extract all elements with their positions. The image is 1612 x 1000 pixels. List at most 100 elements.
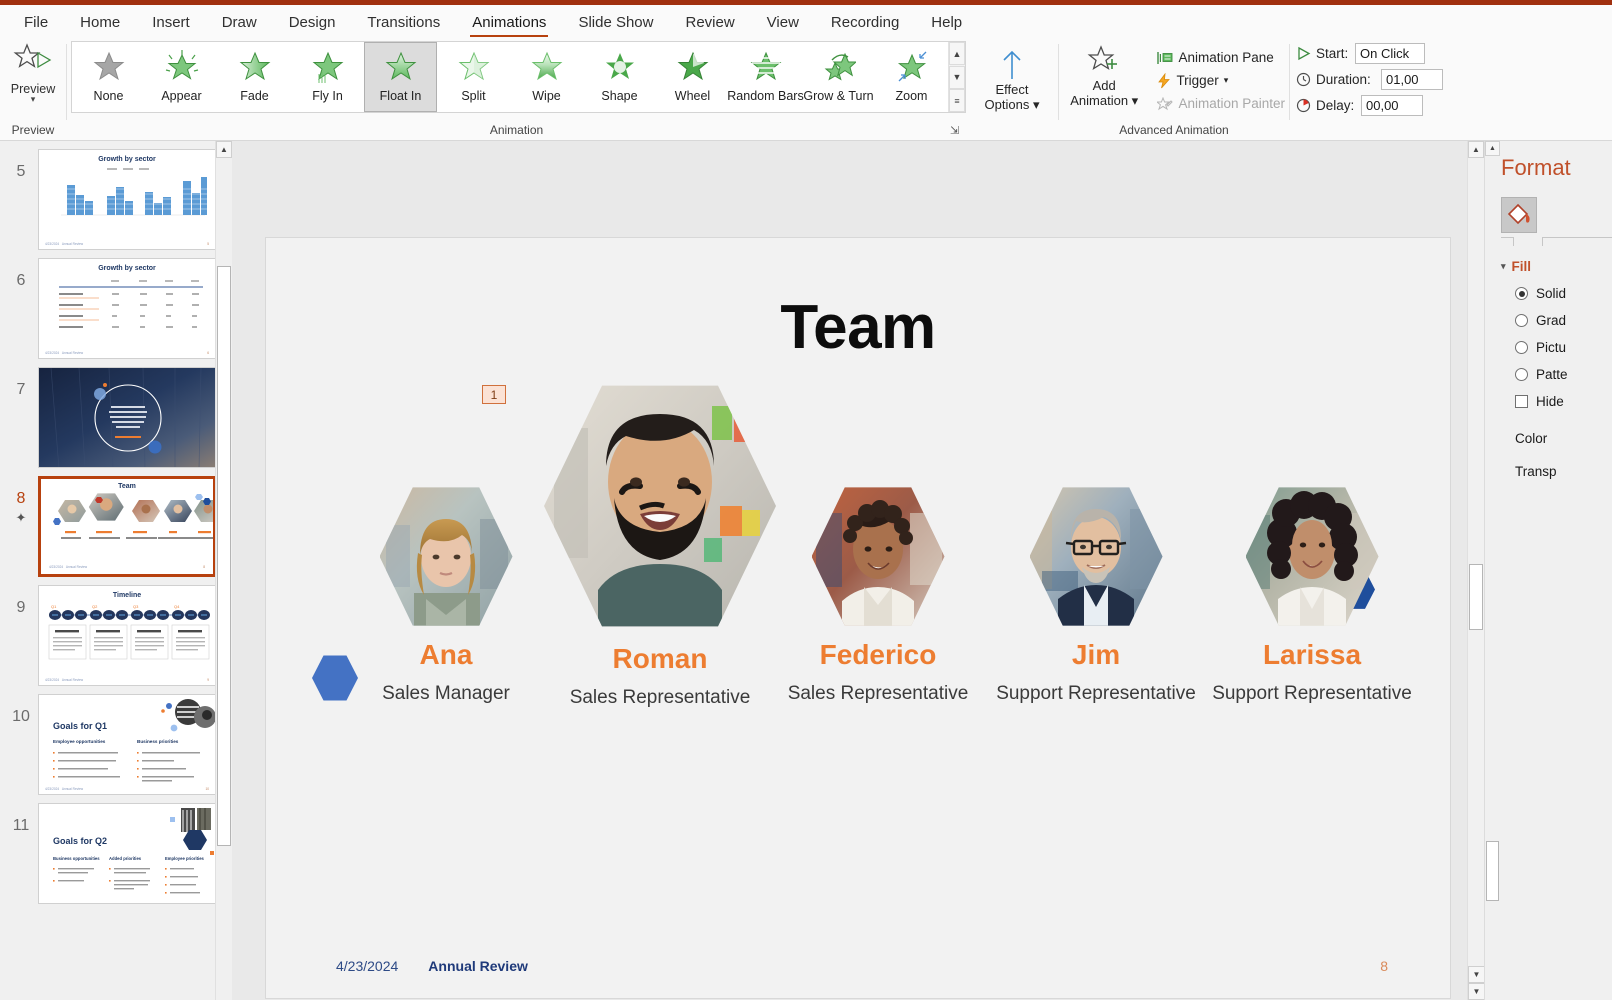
delay-input[interactable]: 00,00 (1361, 95, 1423, 116)
member-photo-frame[interactable] (379, 483, 513, 630)
fill-option-picture[interactable]: Pictu (1501, 340, 1612, 355)
team-member-federico[interactable]: Federico Sales Representative (762, 483, 994, 705)
animation-pane-button[interactable]: Animation Pane (1153, 46, 1289, 69)
slide-footer-date[interactable]: 4/23/2024 (336, 958, 398, 974)
animation-item-fade[interactable]: Fade (218, 42, 291, 112)
member-name[interactable]: Roman (613, 643, 708, 675)
fill-option-gradient[interactable]: Grad (1501, 313, 1612, 328)
slide-canvas-scrollbar[interactable]: ▲ ▼ ▼ (1467, 141, 1484, 1000)
animation-item-appear[interactable]: Appear (145, 42, 218, 112)
thumbnail-slide-11[interactable]: Goals for Q2 Business opportunities Adde… (38, 803, 216, 904)
animation-item-grow-and-turn[interactable]: Grow & Turn (802, 42, 875, 112)
thumbnail-slide-9[interactable]: Timeline Q1 Q2 Q3 Q4 4/23/2024 Annual Re… (38, 585, 216, 686)
animation-item-label: Float In (379, 89, 422, 103)
member-role[interactable]: Sales Manager (382, 683, 510, 705)
animation-order-badge[interactable]: 1 (482, 385, 506, 404)
animation-item-wheel[interactable]: Wheel (656, 42, 729, 112)
add-animation-button[interactable]: Add Animation ▾ (1059, 44, 1149, 108)
thumbnail-slide-6[interactable]: Growth by sector 4/23/2024 Annual Review… (38, 258, 216, 359)
canvas-scrollbar-thumb[interactable] (1469, 564, 1483, 630)
slide-thumbnail-pane[interactable]: 5 Growth by sector 4/23/2024 Annual Revi… (0, 141, 232, 1000)
slide-page-number[interactable]: 8 (1380, 958, 1388, 974)
thumbnail-pane-scrollbar[interactable]: ▲ (215, 141, 232, 1000)
member-name[interactable]: Federico (820, 639, 937, 671)
chevron-down-icon[interactable]: ▾ (31, 95, 36, 104)
animation-item-fly-in[interactable]: Fly In (291, 42, 364, 112)
chevron-down-icon[interactable]: ▾ (1224, 75, 1229, 86)
tab-view[interactable]: View (751, 10, 815, 38)
duration-input[interactable]: 01,00 (1381, 69, 1443, 90)
chevron-down-icon[interactable]: ▾ (1033, 97, 1040, 112)
animation-gallery-scrollbar[interactable]: ▲ ▼ ≡ (948, 42, 965, 112)
fill-section-header[interactable]: ▾ Fill (1501, 259, 1612, 274)
thumbnail-slide-10[interactable]: Goals for Q1 Employee opportunities Busi… (38, 694, 216, 795)
thumbnail-page-number: 5 (207, 242, 209, 246)
chevron-down-icon[interactable]: ▾ (1132, 93, 1139, 108)
gallery-scroll-down-button[interactable]: ▼ (949, 65, 965, 89)
animation-dialog-launcher[interactable]: ⇲ (950, 126, 962, 138)
preview-button[interactable]: Preview ▾ (3, 41, 63, 105)
tab-slide-show[interactable]: Slide Show (562, 10, 669, 38)
tab-transitions[interactable]: Transitions (351, 10, 456, 38)
tab-file[interactable]: File (8, 10, 64, 38)
member-photo-frame[interactable] (544, 378, 776, 634)
color-label[interactable]: Color (1501, 431, 1612, 446)
tab-animations[interactable]: Animations (456, 10, 562, 38)
canvas-scroll-up-button[interactable]: ▲ (1468, 141, 1484, 158)
member-role[interactable]: Sales Representative (570, 687, 751, 709)
animation-item-float-in[interactable]: Float In (364, 42, 437, 112)
transparency-label[interactable]: Transp (1501, 464, 1612, 479)
team-member-jim[interactable]: Jim Support Representative (980, 483, 1212, 705)
animation-painter-button[interactable]: Animation Painter (1153, 92, 1289, 115)
thumbnail-slide-8[interactable]: Team 4/23/2024 Annual Review 8 (38, 476, 216, 577)
tab-label: Design (288, 14, 336, 31)
member-role[interactable]: Support Representative (1212, 683, 1412, 705)
animation-item-none[interactable]: None (72, 42, 145, 112)
team-member-larissa[interactable]: Larissa Support Representative (1196, 483, 1428, 705)
team-member-roman[interactable]: Roman Sales Representative (544, 378, 776, 709)
trigger-button[interactable]: Trigger ▾ (1153, 69, 1289, 92)
slide-editing-surface[interactable]: Team 1 Ana Sales Manager Roman Sales Rep… (265, 237, 1451, 999)
thumbnail-slide-5[interactable]: Growth by sector 4/23/2024 Annual Review… (38, 149, 216, 250)
thumbnail-slide-7[interactable] (38, 367, 216, 468)
gallery-more-button[interactable]: ≡ (949, 89, 965, 112)
member-role[interactable]: Sales Representative (788, 683, 969, 705)
team-member-ana[interactable]: Ana Sales Manager (330, 483, 562, 705)
format-pane-scroll-up-button[interactable]: ▲ (1485, 141, 1500, 156)
tab-home[interactable]: Home (64, 10, 136, 38)
format-pane-scrollbar-thumb[interactable] (1486, 841, 1499, 901)
format-pane-scrollbar[interactable]: ▲ (1485, 141, 1500, 1000)
thumbnail-scroll-up-button[interactable]: ▲ (216, 141, 232, 158)
member-photo-frame[interactable] (811, 483, 945, 630)
effect-options-button[interactable]: Effect Options ▾ (968, 48, 1056, 112)
member-photo-frame[interactable] (1245, 483, 1379, 630)
slide-title[interactable]: Team (266, 292, 1450, 363)
animation-item-shape[interactable]: Shape (583, 42, 656, 112)
tab-recording[interactable]: Recording (815, 10, 915, 38)
member-photo-frame[interactable] (1029, 483, 1163, 630)
start-select[interactable]: On Click (1355, 43, 1425, 64)
star-shape-icon (603, 48, 637, 86)
tab-design[interactable]: Design (273, 10, 352, 38)
member-role[interactable]: Support Representative (996, 683, 1196, 705)
gallery-scroll-up-button[interactable]: ▲ (949, 42, 965, 65)
fill-option-solid[interactable]: Solid (1501, 286, 1612, 301)
member-name[interactable]: Jim (1072, 639, 1120, 671)
tab-help[interactable]: Help (915, 10, 978, 38)
thumbnail-scrollbar-thumb[interactable] (217, 266, 231, 846)
canvas-next-slide-button[interactable]: ▼ (1468, 983, 1484, 1000)
fill-option-pattern[interactable]: Patte (1501, 367, 1612, 382)
fill-option-hide[interactable]: Hide (1501, 394, 1612, 409)
tab-review[interactable]: Review (669, 10, 750, 38)
member-name[interactable]: Larissa (1263, 639, 1361, 671)
animation-item-split[interactable]: Split (437, 42, 510, 112)
tab-insert[interactable]: Insert (136, 10, 206, 38)
animation-item-wipe[interactable]: Wipe (510, 42, 583, 112)
canvas-scroll-down-button[interactable]: ▼ (1468, 966, 1484, 983)
fill-and-line-tab-button[interactable] (1501, 197, 1537, 233)
tab-draw[interactable]: Draw (206, 10, 273, 38)
animation-item-random-bars[interactable]: Random Bars (727, 42, 804, 112)
animation-item-zoom[interactable]: Zoom (875, 42, 948, 112)
member-name[interactable]: Ana (420, 639, 473, 671)
slide-footer-title[interactable]: Annual Review (428, 958, 528, 974)
